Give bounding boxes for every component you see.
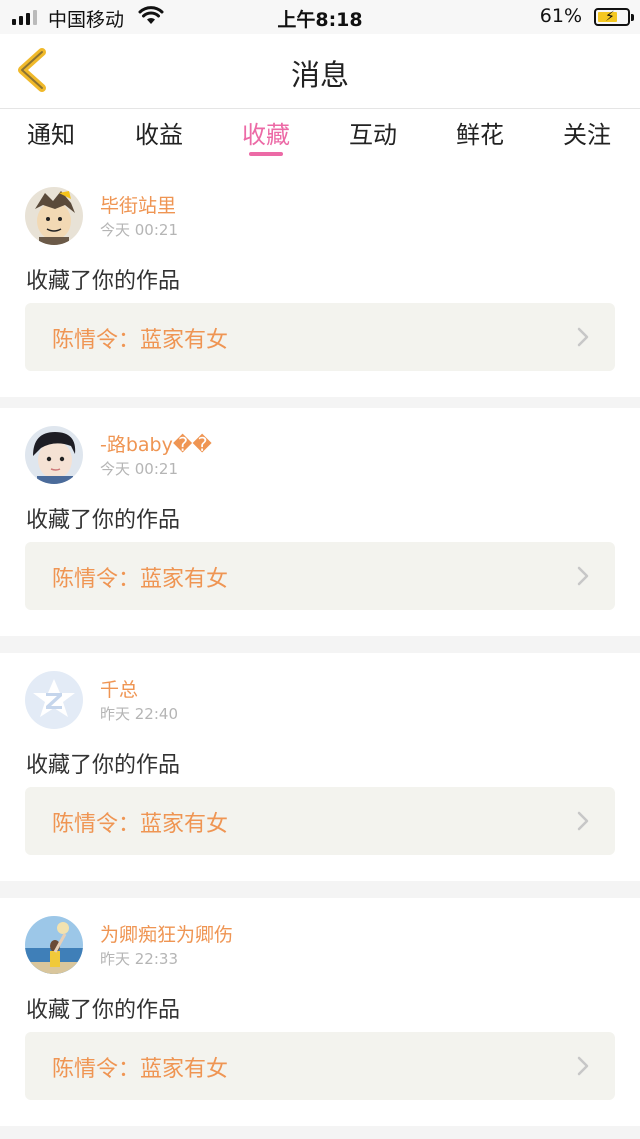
avatar[interactable]	[25, 426, 83, 484]
tab-follows[interactable]: 关注	[547, 115, 627, 150]
timestamp: 今天 00:21	[100, 221, 178, 239]
work-title: 陈情令：蓝家有女	[52, 328, 229, 353]
timestamp: 昨天 22:40	[100, 705, 178, 723]
action-text: 收藏了你的作品	[26, 269, 181, 294]
avatar[interactable]	[25, 671, 83, 729]
work-title: 陈情令：蓝家有女	[52, 1057, 229, 1082]
tab-earnings[interactable]: 收益	[119, 115, 199, 150]
battery-icon: ⚡	[594, 8, 634, 26]
tab-bar: 通知 收益 收藏 互动 鲜花 关注	[0, 109, 640, 169]
default-avatar-icon	[25, 671, 83, 729]
user-name[interactable]: 毕街站里	[100, 191, 176, 218]
message-card: 为卿痴狂为卿伤 昨天 22:33 收藏了你的作品 陈情令：蓝家有女	[0, 898, 640, 1126]
message-card: 毕街站里 今天 00:21 收藏了你的作品 陈情令：蓝家有女	[0, 169, 640, 397]
user-name[interactable]: 千总	[100, 675, 138, 702]
action-text: 收藏了你的作品	[26, 508, 181, 533]
message-card: -路baby�� 今天 00:21 收藏了你的作品 陈情令：蓝家有女	[0, 408, 640, 636]
tab-flowers[interactable]: 鲜花	[440, 115, 520, 150]
chevron-right-icon	[577, 811, 589, 831]
nav-bar: 消息	[0, 34, 640, 109]
chevron-right-icon	[577, 1056, 589, 1076]
tab-favorites[interactable]: 收藏	[226, 115, 306, 150]
work-title: 陈情令：蓝家有女	[52, 567, 229, 592]
page-title: 消息	[290, 58, 349, 92]
avatar[interactable]	[25, 187, 83, 245]
timestamp: 今天 00:21	[100, 460, 178, 478]
user-name[interactable]: -路baby��	[100, 430, 212, 457]
tab-notifications[interactable]: 通知	[11, 115, 91, 150]
work-link[interactable]: 陈情令：蓝家有女	[25, 1032, 615, 1100]
status-bar: 中国移动 上午8:18 61% ⚡	[0, 0, 640, 34]
avatar[interactable]	[25, 916, 83, 974]
work-title: 陈情令：蓝家有女	[52, 812, 229, 837]
user-name[interactable]: 为卿痴狂为卿伤	[100, 920, 233, 947]
work-link[interactable]: 陈情令：蓝家有女	[25, 303, 615, 371]
tab-interactions[interactable]: 互动	[333, 115, 413, 150]
action-text: 收藏了你的作品	[26, 753, 181, 778]
timestamp: 昨天 22:33	[100, 950, 178, 968]
work-link[interactable]: 陈情令：蓝家有女	[25, 542, 615, 610]
battery-percent: 61%	[539, 5, 582, 27]
message-card: 千总 昨天 22:40 收藏了你的作品 陈情令：蓝家有女	[0, 653, 640, 881]
chevron-right-icon	[577, 566, 589, 586]
chevron-right-icon	[577, 327, 589, 347]
active-tab-indicator	[249, 152, 283, 156]
work-link[interactable]: 陈情令：蓝家有女	[25, 787, 615, 855]
action-text: 收藏了你的作品	[26, 998, 181, 1023]
